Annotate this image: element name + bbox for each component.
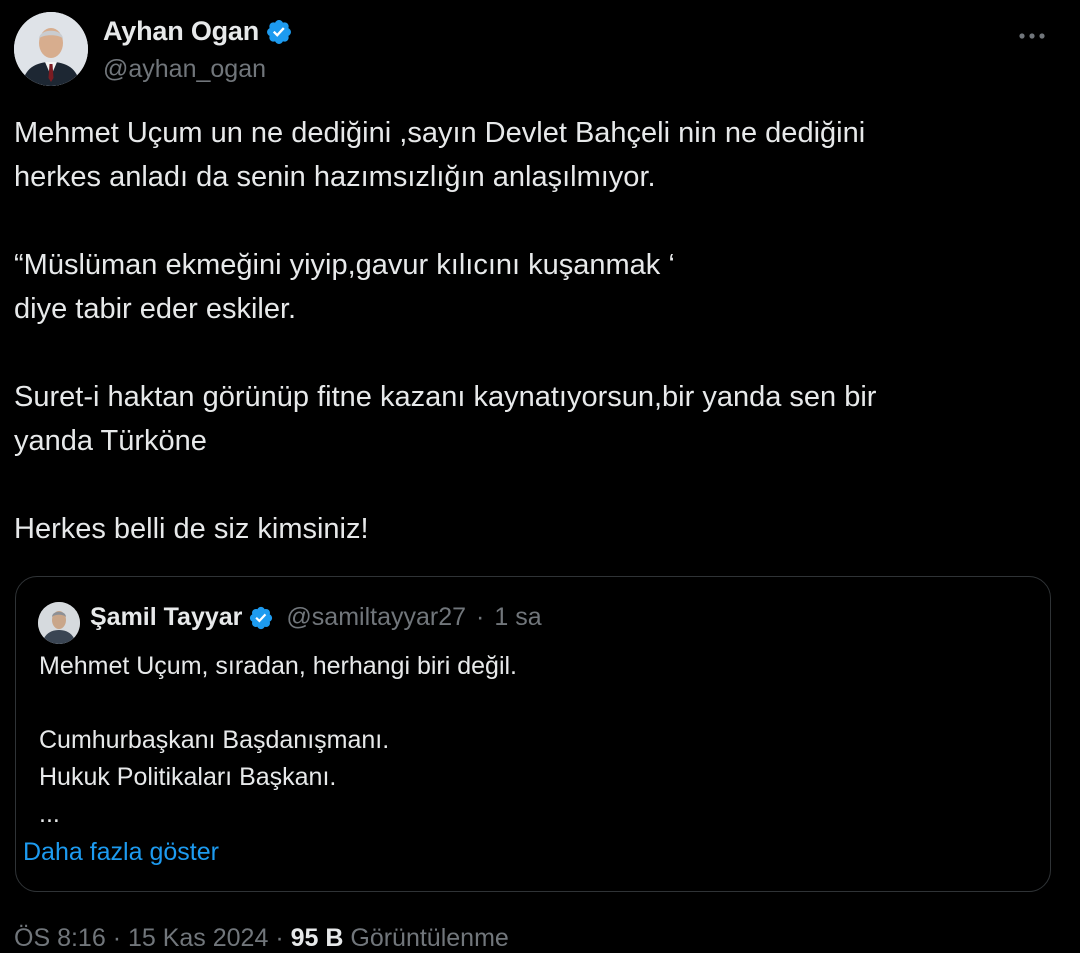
tweet-date[interactable]: 15 Kas 2024 [128,924,268,952]
quoted-author-avatar[interactable] [38,602,80,644]
author-avatar[interactable] [14,12,88,86]
views-label: Görüntülenme [350,924,509,952]
more-options-button[interactable] [1014,18,1050,54]
verified-badge-icon[interactable] [265,18,293,46]
quoted-line: Cumhurbaşkanı Başdanışmanı. [39,726,390,754]
show-more-link[interactable]: Daha fazla göster [23,838,219,867]
quoted-paragraph: Mehmet Uçum, sıradan, herhangi biri deği… [39,648,1029,685]
separator-dot: · [476,603,485,631]
tweet-paragraph: Mehmet Uçum un ne dediğini ,sayın Devlet… [14,111,1054,199]
meta-separator: · [112,924,128,952]
tweet-line: Suret-i haktan görünüp fitne kazanı kayn… [14,381,877,413]
tweet-paragraph: Herkes belli de siz kimsiniz! [14,507,1054,551]
tweet-time[interactable]: ÖS 8:16 [14,924,106,952]
author-handle[interactable]: @ayhan_ogan [103,55,266,84]
quoted-line: Hukuk Politikaları Başkanı. [39,763,337,791]
quoted-header: Şamil Tayyar @samiltayyar27 · 1 sa [90,603,542,632]
quoted-text: Mehmet Uçum, sıradan, herhangi biri deği… [39,648,1029,833]
tweet-paragraph: Suret-i haktan görünüp fitne kazanı kayn… [14,375,1054,463]
quoted-line: ... [39,800,60,828]
tweet-header: Ayhan Ogan @ayhan_ogan [14,12,1066,88]
tweet-line: Mehmet Uçum un ne dediğini ,sayın Devlet… [14,117,866,149]
tweet-card: Ayhan Ogan @ayhan_ogan Mehmet Uçum un ne… [0,0,1080,952]
author-display-name[interactable]: Ayhan Ogan [103,16,259,47]
meta-separator: · [275,924,291,952]
tweet-paragraph: “Müslüman ekmeğini yiyip,gavur kılıcını … [14,243,1054,331]
view-count: 95 B [290,924,344,952]
verified-badge-icon[interactable] [248,605,274,631]
tweet-line: Herkes belli de siz kimsiniz! [14,513,369,545]
quoted-display-name[interactable]: Şamil Tayyar [90,603,242,632]
tweet-text: Mehmet Uçum un ne dediğini ,sayın Devlet… [14,111,1054,551]
tweet-line: yanda Türköne [14,425,207,457]
quoted-paragraph: Cumhurbaşkanı Başdanışmanı. Hukuk Politi… [39,722,1029,833]
tweet-line: herkes anladı da senin hazımsızlığın anl… [14,161,656,193]
quoted-handle[interactable]: @samiltayyar27 [286,603,466,632]
more-dots-icon [1019,33,1045,39]
quoted-timestamp[interactable]: 1 sa [494,603,541,632]
quoted-line: Mehmet Uçum, sıradan, herhangi biri deği… [39,652,518,680]
author-name-row: Ayhan Ogan [103,16,293,47]
tweet-line: diye tabir eder eskiler. [14,293,297,325]
tweet-line: “Müslüman ekmeğini yiyip,gavur kılıcını … [14,249,675,281]
